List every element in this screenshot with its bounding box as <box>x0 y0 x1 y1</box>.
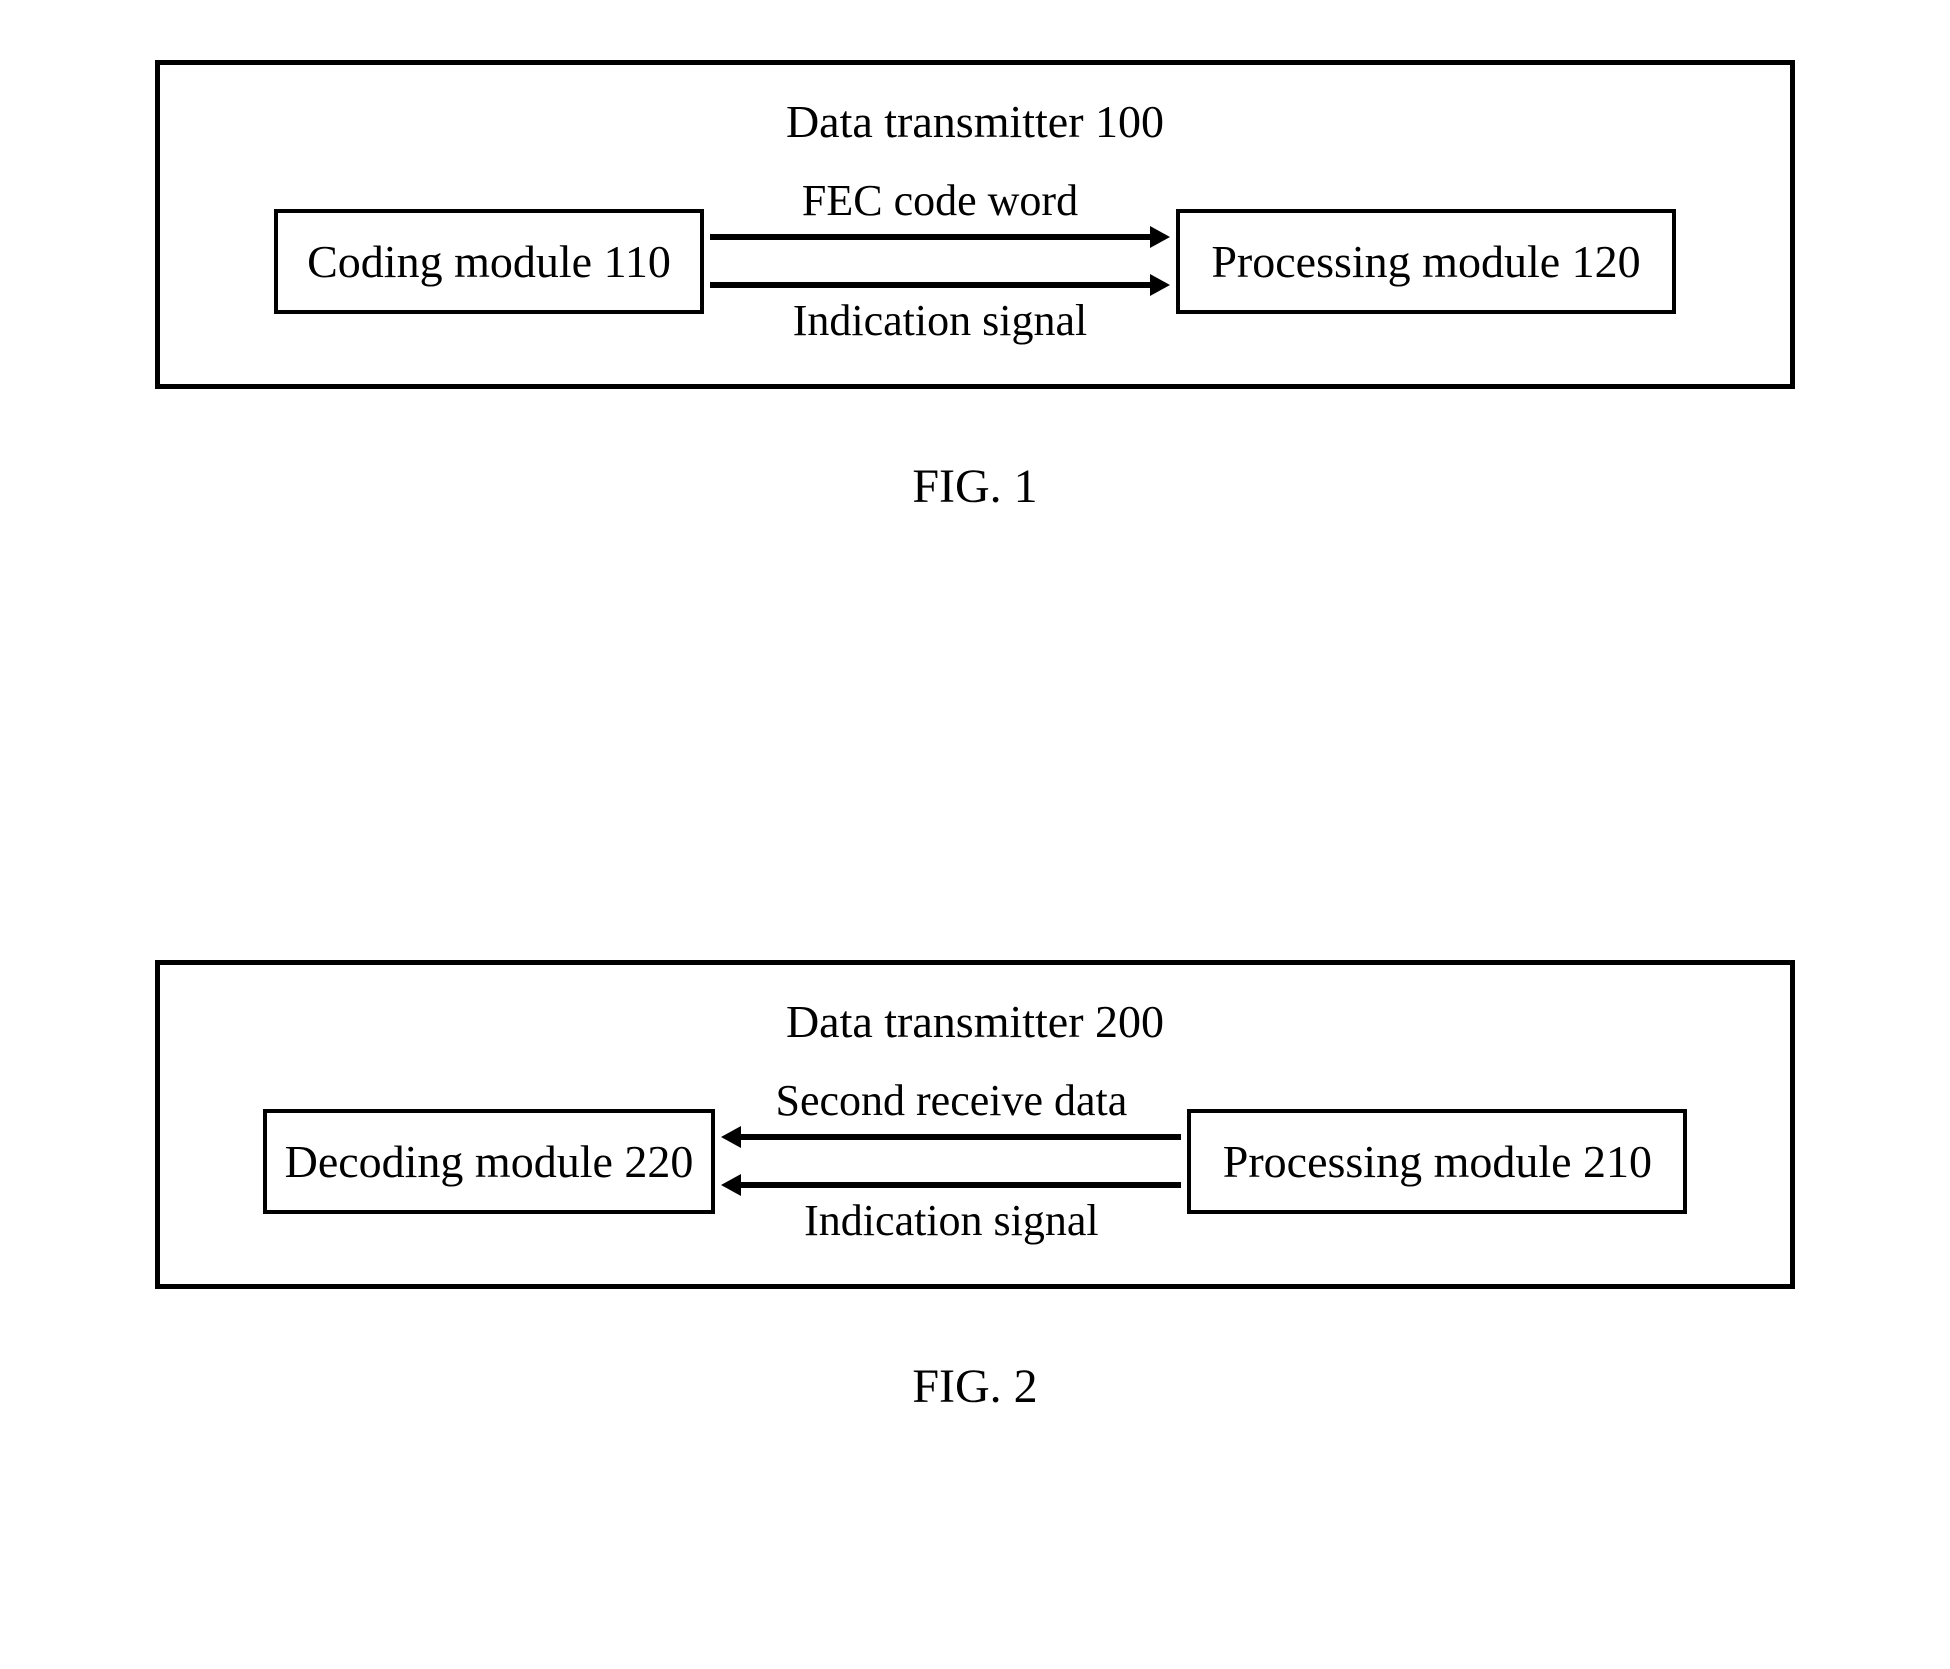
arrow-left-icon <box>721 1126 1181 1148</box>
arrow-label: Second receive data <box>776 1078 1128 1124</box>
coding-module-110-box: Coding module 110 <box>274 209 704 314</box>
figure-caption: FIG. 2 <box>155 1359 1795 1414</box>
processing-module-120-box: Processing module 120 <box>1176 209 1676 314</box>
arrow-label: Indication signal <box>793 298 1088 344</box>
data-transmitter-200-box: Data transmitter 200 Decoding module 220… <box>155 960 1795 1289</box>
arrow-left-icon <box>721 1174 1181 1196</box>
processing-module-210-box: Processing module 210 <box>1187 1109 1687 1214</box>
arrow-label: Indication signal <box>804 1198 1099 1244</box>
arrow-right-icon <box>710 274 1170 296</box>
arrow-label: FEC code word <box>802 178 1078 224</box>
arrow-bottom: Indication signal <box>721 1174 1181 1244</box>
arrow-right-icon <box>710 226 1170 248</box>
arrow-bottom: Indication signal <box>710 274 1170 344</box>
figure-1: Data transmitter 100 Coding module 110 F… <box>155 60 1795 514</box>
arrows-column: FEC code word Indication signal <box>710 178 1170 344</box>
data-transmitter-100-box: Data transmitter 100 Coding module 110 F… <box>155 60 1795 389</box>
figure-caption: FIG. 1 <box>155 459 1795 514</box>
module-row: Decoding module 220 Second receive data … <box>160 1078 1790 1244</box>
outer-title: Data transmitter 200 <box>160 995 1790 1048</box>
arrow-top: FEC code word <box>710 178 1170 248</box>
decoding-module-220-box: Decoding module 220 <box>263 1109 716 1214</box>
figure-2: Data transmitter 200 Decoding module 220… <box>155 960 1795 1414</box>
arrows-column: Second receive data Indication signal <box>721 1078 1181 1244</box>
outer-title: Data transmitter 100 <box>160 95 1790 148</box>
arrow-top: Second receive data <box>721 1078 1181 1148</box>
module-row: Coding module 110 FEC code word Indicati… <box>160 178 1790 344</box>
